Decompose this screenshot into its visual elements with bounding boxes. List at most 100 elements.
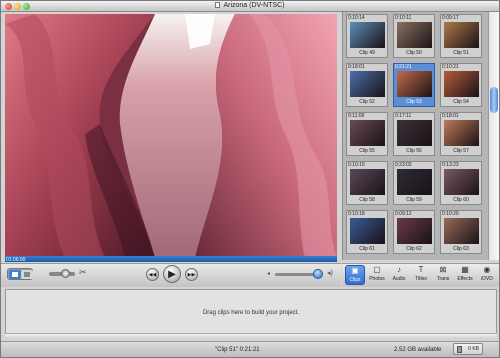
clip-10[interactable]: 0:10:19 Clip 58 (346, 161, 388, 205)
clip-thumbnail (444, 22, 479, 48)
pane-button-photos[interactable]: ▢ Photos (367, 265, 387, 285)
clip-duration: 0:09:17 (442, 15, 459, 21)
clip-1[interactable]: 0:10:14 Clip 49 (346, 14, 388, 58)
trans-icon: ⊠ (439, 265, 447, 274)
clip-3[interactable]: 0:09:17 Clip 51 (440, 14, 482, 58)
viewer-scrollbar[interactable] (5, 333, 497, 339)
clip-duration: 0:10:11 (395, 15, 412, 21)
camera-mode-icon[interactable] (21, 270, 33, 279)
clip-14[interactable]: 0:09:12 Clip 62 (393, 210, 435, 254)
clip-name: Clip 61 (359, 246, 375, 252)
pane-button-trans[interactable]: ⊠ Trans (433, 265, 453, 285)
clip-thumbnail (350, 22, 385, 48)
volume-slider-knob[interactable] (313, 269, 323, 279)
clip-9[interactable]: 0:18:01 Clip 57 (440, 112, 482, 156)
clip-name: Clip 58 (359, 197, 375, 203)
clip-name: Clip 57 (453, 148, 469, 154)
clip-duration: 0:18:01 (442, 113, 459, 119)
pane-button-titles[interactable]: T Titles (411, 265, 431, 285)
rewind-icon: ◀◀ (148, 271, 157, 278)
clip-viewer[interactable]: Drag clips here to build your project. (5, 289, 497, 339)
clip-thumbnail (444, 71, 479, 97)
pane-label: Effects (457, 276, 473, 282)
pane-button-clips[interactable]: ▣ Clips (345, 265, 365, 285)
clip-mode-icon[interactable] (9, 270, 21, 279)
idvd-icon: ◉ (483, 265, 491, 274)
zoom-slider[interactable] (49, 269, 75, 278)
clip-thumbnail (397, 71, 432, 97)
clip-name: Clip 56 (406, 148, 422, 154)
clip-duration: 0:09:12 (395, 211, 412, 217)
shelf-scroll-thumb[interactable] (490, 87, 498, 113)
scissors-icon[interactable]: ✂ (79, 267, 87, 278)
video-monitor[interactable] (5, 14, 337, 258)
clip-duration: 0:13:23 (442, 162, 459, 168)
clip-name: Clip 54 (453, 99, 469, 105)
clip-thumbnail (397, 120, 432, 146)
clip-duration: 0:10:18 (348, 211, 365, 217)
selected-clip-info: "Clip 51" 0:21:21 (215, 347, 260, 353)
fast-forward-button[interactable]: ▶▶ (185, 268, 198, 281)
clip-4[interactable]: 0:18:01 Clip 52 (346, 63, 388, 107)
clip-name: Clip 53 (406, 99, 422, 105)
pane-button-idvd[interactable]: ◉ iDVD (477, 265, 497, 285)
clip-name: Clip 55 (359, 148, 375, 154)
effects-icon: ▦ (461, 265, 469, 274)
clip-name: Clip 50 (406, 50, 422, 56)
playhead-scrubber[interactable] (5, 256, 337, 262)
shelf-scrollbar[interactable] (488, 12, 499, 260)
clip-thumbnail (397, 22, 432, 48)
clip-2[interactable]: 0:10:11 Clip 50 (393, 14, 435, 58)
trash-icon (457, 346, 462, 353)
photos-icon: ▢ (373, 265, 381, 274)
clip-duration: 0:10:20 (442, 211, 459, 217)
volume-high-icon: ◂) (327, 270, 333, 277)
clip-duration: 0:18:01 (348, 64, 365, 70)
clip-11[interactable]: 0:23:02 Clip 59 (393, 161, 435, 205)
audio-icon: ♪ (397, 265, 401, 274)
edit-mode-toggle[interactable] (7, 268, 33, 280)
pane-button-effects[interactable]: ▦ Effects (455, 265, 475, 285)
clip-thumbnail (350, 71, 385, 97)
clip-thumbnail (350, 218, 385, 244)
window-title-text: Arizona (DV-NTSC) (223, 2, 285, 9)
pane-label: Clips (349, 277, 361, 283)
clip-duration: 0:23:02 (395, 162, 412, 168)
zoom-slider-knob[interactable] (61, 269, 70, 278)
rewind-button[interactable]: ◀◀ (146, 268, 159, 281)
drop-instructions: Drag clips here to build your project. (202, 310, 300, 316)
canyon-video-frame (5, 14, 337, 258)
trash-size: 0 KB (468, 346, 479, 352)
play-button[interactable]: ▶ (163, 265, 181, 283)
clip-duration: 0:10:19 (348, 162, 365, 168)
clip-6[interactable]: 0:10:21 Clip 54 (440, 63, 482, 107)
clip-7[interactable]: 0:11:09 Clip 55 (346, 112, 388, 156)
document-icon (215, 2, 221, 8)
trash-button[interactable]: 0 KB (453, 343, 483, 355)
imovie-window: Arizona (DV-NTSC) 01:06:00 0:10:14 Clip … (0, 0, 500, 358)
clip-5[interactable]: 0:21:21 Clip 53 (393, 63, 435, 107)
disk-space-label: 2.52 GB available (394, 347, 442, 353)
fast-forward-icon: ▶▶ (187, 271, 196, 278)
clip-thumbnail (397, 218, 432, 244)
clip-duration: 0:10:14 (348, 15, 365, 21)
clip-duration: 0:17:11 (395, 113, 412, 119)
volume-low-icon: ◂ (267, 271, 271, 277)
clip-name: Clip 51 (453, 50, 469, 56)
pane-label: Titles (415, 276, 427, 282)
clips-icon: ▣ (351, 266, 359, 275)
clip-name: Clip 59 (406, 197, 422, 203)
clip-thumbnail (444, 218, 479, 244)
clip-duration: 0:11:09 (348, 113, 365, 119)
pane-button-audio[interactable]: ♪ Audio (389, 265, 409, 285)
clip-name: Clip 49 (359, 50, 375, 56)
clip-thumbnail (350, 169, 385, 195)
clip-thumbnail (350, 120, 385, 146)
clip-13[interactable]: 0:10:18 Clip 61 (346, 210, 388, 254)
clip-name: Clip 52 (359, 99, 375, 105)
pane-label: iDVD (481, 276, 493, 282)
clip-15[interactable]: 0:10:20 Clip 63 (440, 210, 482, 254)
clip-8[interactable]: 0:17:11 Clip 56 (393, 112, 435, 156)
pane-label: Audio (392, 276, 406, 282)
clip-12[interactable]: 0:13:23 Clip 60 (440, 161, 482, 205)
